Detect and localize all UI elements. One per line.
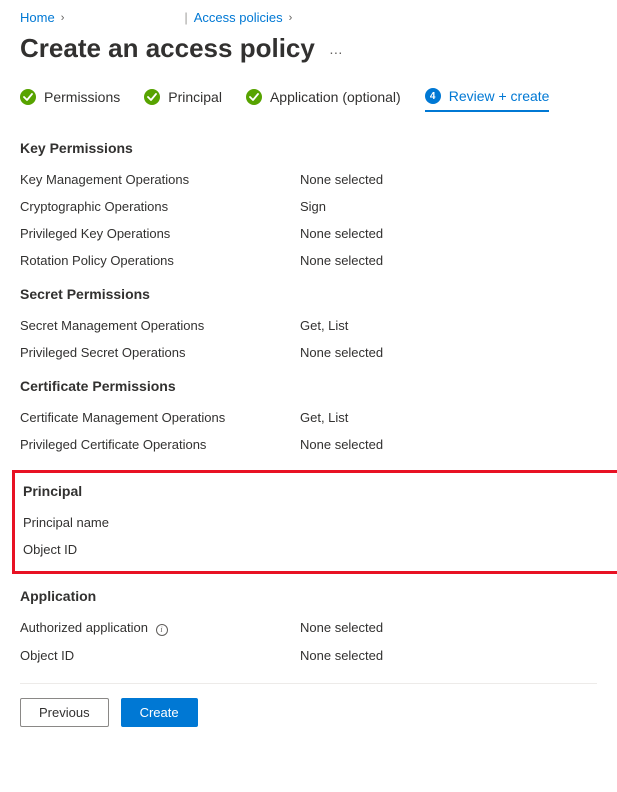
table-row: Privileged Secret Operations None select… <box>20 345 597 360</box>
breadcrumb-divider: | <box>184 10 187 25</box>
section-header: Secret Permissions <box>20 286 597 302</box>
row-label: Secret Management Operations <box>20 318 300 333</box>
chevron-right-icon: › <box>289 12 293 24</box>
footer-buttons: Previous Create <box>20 683 597 727</box>
row-label: Key Management Operations <box>20 172 300 187</box>
row-label: Cryptographic Operations <box>20 199 300 214</box>
row-label: Privileged Key Operations <box>20 226 300 241</box>
tab-permissions[interactable]: Permissions <box>20 88 120 112</box>
tab-review-create[interactable]: 4 Review + create <box>425 88 550 112</box>
row-label: Privileged Certificate Operations <box>20 437 300 452</box>
tab-label: Review + create <box>449 88 550 104</box>
tab-label: Permissions <box>44 89 120 105</box>
row-value: Get, List <box>300 410 348 425</box>
row-label: Object ID <box>20 648 300 663</box>
table-row: Certificate Management Operations Get, L… <box>20 410 597 425</box>
row-value: Sign <box>300 199 326 214</box>
table-row: Rotation Policy Operations None selected <box>20 253 597 268</box>
chevron-right-icon: › <box>61 12 65 24</box>
check-icon <box>246 89 262 105</box>
table-row: Authorized application i None selected <box>20 620 597 636</box>
previous-button[interactable]: Previous <box>20 698 109 727</box>
tab-application[interactable]: Application (optional) <box>246 88 401 112</box>
step-number-icon: 4 <box>425 88 441 104</box>
section-header: Principal <box>23 483 616 499</box>
table-row: Principal name <box>23 515 616 530</box>
row-label: Privileged Secret Operations <box>20 345 300 360</box>
check-icon <box>20 89 36 105</box>
tab-label: Application (optional) <box>270 89 401 105</box>
table-row: Key Management Operations None selected <box>20 172 597 187</box>
section-secret-permissions: Secret Permissions Secret Management Ope… <box>20 286 597 360</box>
row-value: None selected <box>300 345 383 360</box>
breadcrumb-home[interactable]: Home <box>20 10 55 25</box>
highlight-principal: Principal Principal name Object ID <box>12 470 617 574</box>
page-title-row: Create an access policy … <box>20 33 597 64</box>
breadcrumb-access-policies[interactable]: Access policies <box>194 10 283 25</box>
section-application: Application Authorized application i Non… <box>20 588 597 663</box>
section-principal: Principal Principal name Object ID <box>23 483 616 557</box>
table-row: Secret Management Operations Get, List <box>20 318 597 333</box>
row-value: None selected <box>300 172 383 187</box>
section-certificate-permissions: Certificate Permissions Certificate Mana… <box>20 378 597 452</box>
row-value: None selected <box>300 620 383 636</box>
table-row: Cryptographic Operations Sign <box>20 199 597 214</box>
row-value: None selected <box>300 253 383 268</box>
row-label: Object ID <box>23 542 303 557</box>
row-label: Principal name <box>23 515 303 530</box>
page-title: Create an access policy <box>20 33 315 64</box>
row-label: Authorized application i <box>20 620 300 636</box>
table-row: Object ID <box>23 542 616 557</box>
row-value: Get, List <box>300 318 348 333</box>
section-header: Certificate Permissions <box>20 378 597 394</box>
section-header: Key Permissions <box>20 140 597 156</box>
wizard-tabs: Permissions Principal Application (optio… <box>20 88 597 112</box>
row-label: Rotation Policy Operations <box>20 253 300 268</box>
table-row: Privileged Key Operations None selected <box>20 226 597 241</box>
table-row: Object ID None selected <box>20 648 597 663</box>
tab-principal[interactable]: Principal <box>144 88 222 112</box>
row-label-text: Authorized application <box>20 620 148 635</box>
row-value: None selected <box>300 648 383 663</box>
table-row: Privileged Certificate Operations None s… <box>20 437 597 452</box>
row-value: None selected <box>300 226 383 241</box>
section-header: Application <box>20 588 597 604</box>
row-label: Certificate Management Operations <box>20 410 300 425</box>
check-icon <box>144 89 160 105</box>
row-value: None selected <box>300 437 383 452</box>
tab-label: Principal <box>168 89 222 105</box>
breadcrumb: Home › | Access policies › <box>20 10 597 25</box>
section-key-permissions: Key Permissions Key Management Operation… <box>20 140 597 268</box>
create-button[interactable]: Create <box>121 698 198 727</box>
info-icon[interactable]: i <box>156 624 168 636</box>
more-actions-button[interactable]: … <box>329 41 344 57</box>
